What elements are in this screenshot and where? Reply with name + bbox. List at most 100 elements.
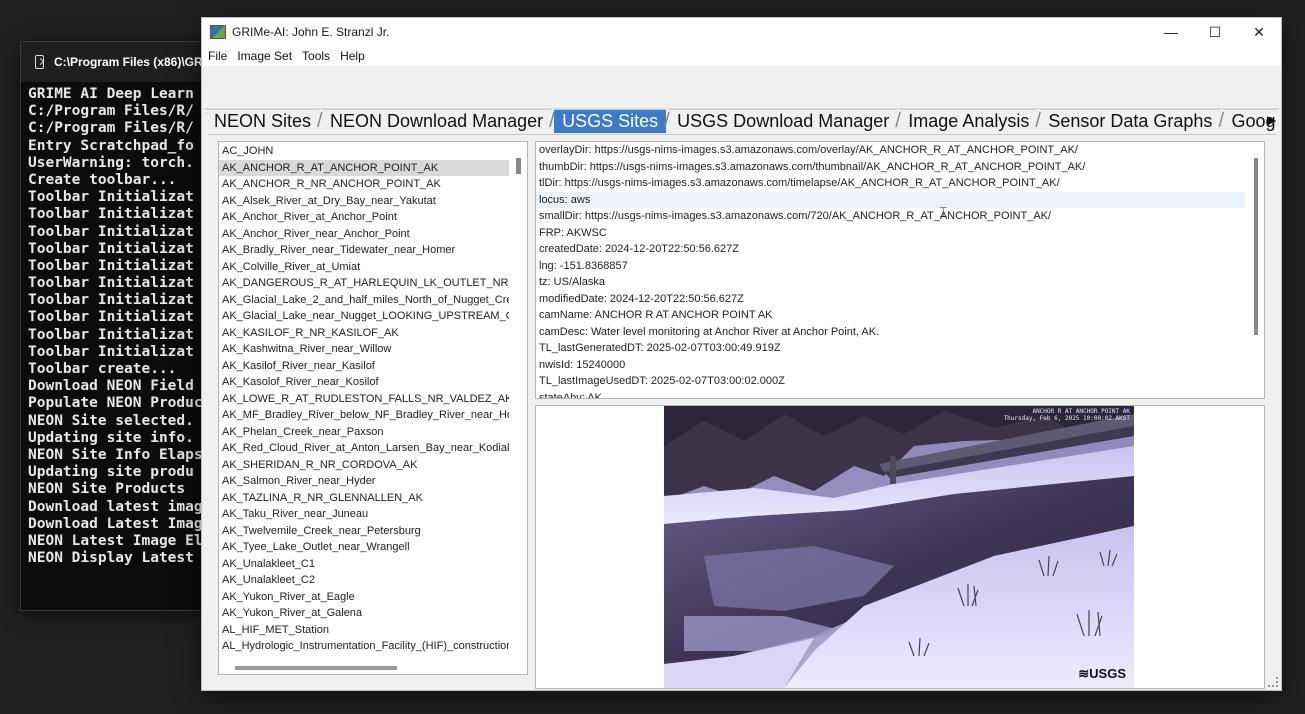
menu-tools[interactable]: Tools [300, 49, 336, 63]
site-list-item[interactable]: AK_Glacial_Lake_2_and_half_miles_North_o… [219, 292, 509, 309]
console-line: UserWarning: torch. [28, 154, 194, 171]
site-list-item[interactable]: AK_LOWE_R_AT_RUDLESTON_FALLS_NR_VALDEZ_A… [219, 391, 509, 408]
tab-usgs-sites[interactable]: USGS Sites [549, 109, 667, 133]
menu-file[interactable]: File [206, 49, 233, 63]
console-line: Toolbar Initializat [28, 275, 194, 292]
tab-image-analysis[interactable]: Image Analysis [895, 109, 1038, 133]
site-list-item[interactable]: AK_Alsek_River_at_Dry_Bay_near_Yakutat [219, 193, 509, 210]
console-line: Download NEON Field [28, 378, 194, 395]
tab-bar: NEON SitesNEON Download ManagerUSGS Site… [206, 109, 1278, 133]
menu-bar: File Image Set Tools Help [202, 46, 1281, 66]
site-list-item[interactable]: AK_Red_Cloud_River_at_Anton_Larsen_Bay_n… [219, 440, 509, 457]
menu-help[interactable]: Help [338, 49, 371, 63]
site-list-item[interactable]: AK_Phelan_Creek_near_Paxson [219, 424, 509, 441]
console-line: Toolbar create... [28, 361, 177, 377]
console-titlebar[interactable]: C:\Program Files (x86)\GRIM [21, 42, 216, 82]
tab-scroll-right-icon[interactable]: ▶ [1267, 113, 1277, 127]
site-list-item[interactable]: AK_Salmon_River_near_Hyder [219, 473, 509, 490]
site-info-row[interactable]: modifiedDate: 2024-12-20T22:50:56.627Z [536, 291, 1245, 308]
camera-caption-timestamp: Thursday, Feb 6, 2025 10:00:02 AKST [1003, 415, 1130, 422]
site-list[interactable]: AC_JOHN AK_ANCHOR_R_AT_ANCHOR_POINT_AK AK_… [218, 141, 528, 675]
site-info-row[interactable]: locus: aws [536, 191, 1245, 208]
site-list-item[interactable]: AK_Kasolof_River_near_Kosilof [219, 374, 509, 391]
console-line: NEON Latest Image El [28, 532, 203, 549]
latest-camera-image: ANCHOR R AT ANCHOR POINT AK Thursday, Fe… [664, 406, 1134, 688]
camera-caption: ANCHOR R AT ANCHOR POINT AK Thursday, Fe… [1004, 408, 1130, 422]
site-info-row[interactable]: FRP: AKWSC [536, 225, 1245, 242]
site-list-item[interactable]: AL_HIF_MET_Station [219, 622, 509, 639]
site-list-item[interactable]: AK_Anchor_River_near_Anchor_Point [219, 226, 509, 243]
site-list-item[interactable]: AK_Kashwitna_River_near_Willow [219, 341, 509, 358]
console-line: Toolbar Initializat [28, 189, 194, 206]
site-list-item[interactable]: AK_Tyee_Lake_Outlet_near_Wrangell [219, 539, 509, 556]
site-info-row[interactable]: camName: ANCHOR R AT ANCHOR POINT AK [536, 307, 1245, 324]
site-list-item[interactable]: AK_Colville_River_at_Umiat [219, 259, 509, 276]
site-list-item[interactable]: AK_Twelvemile_Creek_near_Petersburg [219, 523, 509, 540]
site-info-row[interactable]: tlDir: https://usgs-nims-images.s3.amazo… [536, 175, 1245, 192]
site-list-item[interactable]: AK_Unalakleet_C2 [219, 572, 509, 589]
site-list-item[interactable]: AK_ANCHOR_R_NR_ANCHOR_POINT_AK [219, 176, 509, 193]
site-list-item[interactable]: AK_MF_Bradley_River_below_NF_Bradley_Riv… [219, 407, 509, 424]
console-line: NEON Site Products [28, 481, 186, 498]
site-list-item[interactable]: AK_DANGEROUS_R_AT_HARLEQUIN_LK_OUTLET_NR… [219, 275, 509, 292]
resize-grip-icon[interactable] [1268, 677, 1278, 687]
site-info-row[interactable]: overlayDir: https://usgs-nims-images.s3.… [536, 142, 1245, 159]
site-list-item[interactable]: AK_Anchor_River_at_Anchor_Point [219, 209, 509, 226]
console-line: Updating site produ [28, 464, 194, 481]
console-line: C:/Program Files/R/ [28, 103, 194, 120]
site-list-item[interactable]: AK_SHERIDAN_R_NR_CORDOVA_AK [219, 457, 509, 474]
terminal-icon [35, 55, 44, 69]
tab-sensor-data-graphs[interactable]: Sensor Data Graphs [1035, 109, 1221, 133]
tab-neon-download-manager[interactable]: NEON Download Manager [317, 109, 552, 133]
console-window[interactable]: C:\Program Files (x86)\GRIM GRIME AI Dee… [20, 41, 217, 611]
site-info-row[interactable]: smallDir: https://usgs-nims-images.s3.am… [536, 208, 1245, 225]
site-info-row[interactable]: TL_lastGeneratedDT: 2025-02-07T03:00:49.… [536, 340, 1245, 357]
console-title: C:\Program Files (x86)\GRIM [53, 55, 216, 69]
site-list-item[interactable]: AL_Hydrologic_Instrumentation_Facility_(… [219, 638, 509, 655]
console-line: NEON Site Info Elaps [28, 446, 203, 463]
menu-image-set[interactable]: Image Set [235, 49, 298, 63]
site-list-item[interactable]: AC_JOHN [219, 143, 509, 160]
toolbar [202, 66, 1281, 109]
titlebar[interactable]: GRIMe-AI: John E. Stranzl Jr. — ☐ ✕ [202, 18, 1281, 46]
site-info-row[interactable]: thumbDir: https://usgs-nims-images.s3.am… [536, 159, 1245, 176]
site-info-row[interactable]: stateAbv: AK [536, 390, 1245, 399]
main-window: GRIMe-AI: John E. Stranzl Jr. — ☐ ✕ File… [201, 17, 1282, 691]
console-line: Toolbar Initializat [28, 257, 194, 274]
console-line: Toolbar Initializat [28, 206, 194, 223]
usgs-logo: ≋USGS [1078, 666, 1126, 681]
site-list-horizontal-scrollbar[interactable] [235, 666, 397, 670]
minimize-button[interactable]: — [1149, 18, 1193, 46]
site-list-item[interactable]: AK_ANCHOR_R_AT_ANCHOR_POINT_AK [219, 159, 509, 176]
site-info-row[interactable]: camDesc: Water level monitoring at Ancho… [536, 324, 1245, 341]
site-list-item[interactable]: AK_Unalakleet_C1 [219, 556, 509, 573]
site-list-item[interactable]: AK_TAZLINA_R_NR_GLENNALLEN_AK [219, 490, 509, 507]
site-info-list[interactable]: overlayDir: https://usgs-nims-images.s3.… [535, 141, 1265, 399]
site-list-vertical-scrollbar[interactable] [516, 158, 521, 174]
tab-usgs-download-manager[interactable]: USGS Download Manager [664, 109, 898, 133]
site-info-row[interactable]: nwisId: 15240000 [536, 357, 1245, 374]
console-line: NEON Site selected. [28, 412, 194, 429]
site-info-row[interactable]: tz: US/Alaska [536, 274, 1245, 291]
site-list-item[interactable]: AK_Yukon_River_at_Eagle [219, 589, 509, 606]
maximize-button[interactable]: ☐ [1193, 18, 1237, 46]
site-list-item[interactable]: AK_KASILOF_R_NR_KASILOF_AK [219, 325, 509, 342]
close-button[interactable]: ✕ [1237, 18, 1281, 46]
site-info-row[interactable]: createdDate: 2024-12-20T22:50:56.627Z [536, 241, 1245, 258]
console-line: Toolbar Initializat [28, 240, 194, 257]
console-line: Toolbar Initializat [28, 292, 194, 309]
site-list-item[interactable]: AK_Yukon_River_at_Galena [219, 605, 509, 622]
console-output: GRIME AI Deep Learn C:/Program Files/R/C:… [21, 82, 216, 567]
site-list-item[interactable]: AK_Glacial_Lake_near_Nugget_LOOKING_UPST… [219, 308, 509, 325]
console-line: NEON Display Latest [28, 550, 194, 567]
site-list-item[interactable]: AK_Kasilof_River_near_Kasilof [219, 358, 509, 375]
console-line: Download Latest Imag [28, 515, 203, 532]
site-info-row[interactable]: lng: -151.8368857 [536, 258, 1245, 275]
tab-neon-sites[interactable]: NEON Sites [206, 109, 320, 133]
console-line: Toolbar Initializat [28, 223, 194, 240]
site-list-item[interactable]: AK_Bradly_River_near_Tidewater_near_Home… [219, 242, 509, 259]
console-line: Toolbar Initializat [28, 343, 194, 360]
site-list-item[interactable]: AK_Taku_River_near_Juneau [219, 506, 509, 523]
site-info-scrollbar[interactable] [1254, 158, 1258, 335]
site-info-row[interactable]: TL_lastImageUsedDT: 2025-02-07T03:00:02.… [536, 373, 1245, 390]
